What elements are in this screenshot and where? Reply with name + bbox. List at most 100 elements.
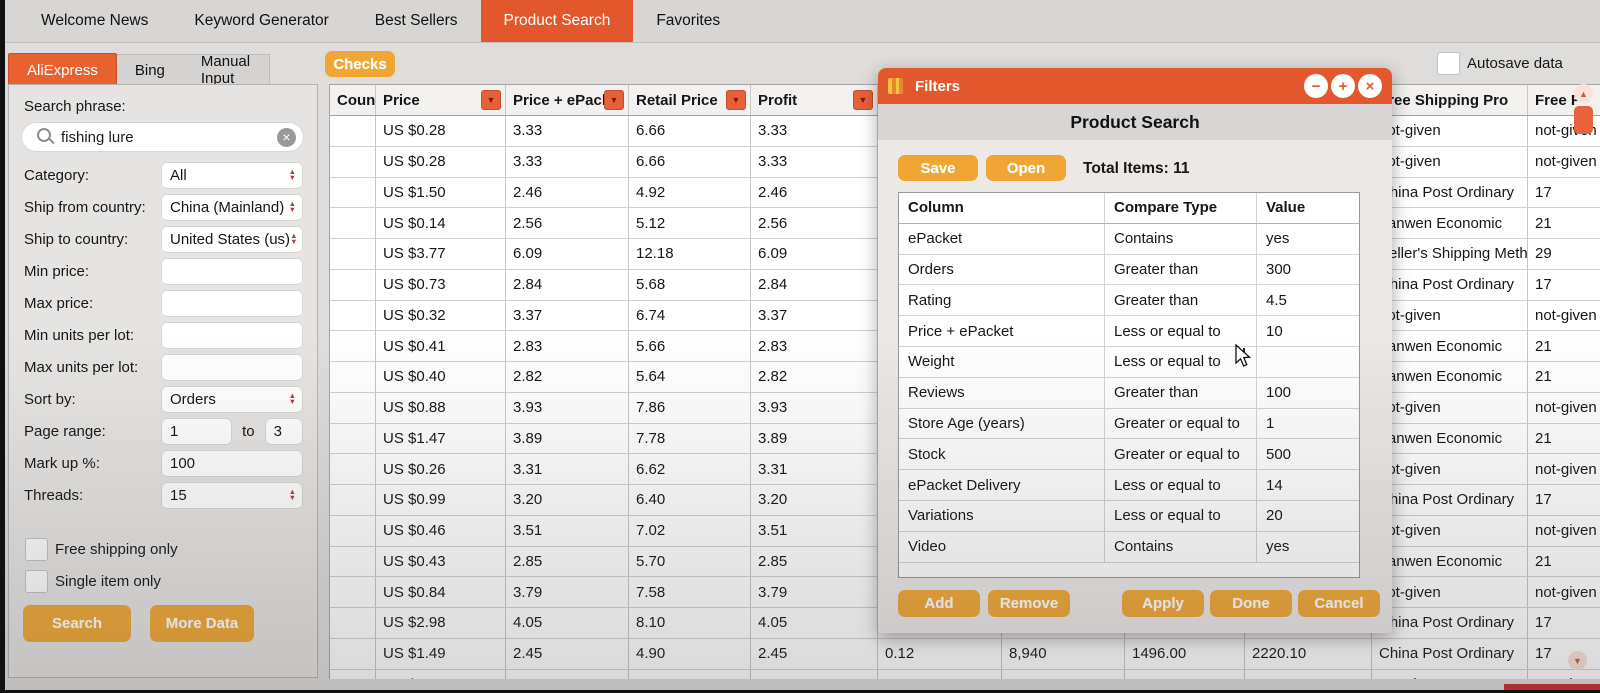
autosave-checkbox[interactable] xyxy=(1437,52,1460,75)
filter-row[interactable]: Price + ePacket Less or equal to 10 xyxy=(899,316,1359,347)
remove-button[interactable]: Remove xyxy=(988,590,1070,617)
sidebar-field-row: Max units per lot: ▲▼ xyxy=(24,353,303,381)
main-tab[interactable]: Keyword Generator xyxy=(171,0,351,42)
more-data-button[interactable]: More Data xyxy=(150,605,254,642)
filter-row[interactable]: ePacket Contains yes xyxy=(899,223,1359,255)
filter-dropdown-icon[interactable]: ▼ xyxy=(853,90,873,110)
apply-button[interactable]: Apply xyxy=(1122,590,1204,617)
cell-price: US $0.73 xyxy=(376,269,506,300)
filter-value[interactable]: 300 xyxy=(1257,255,1359,285)
field-control[interactable]: 15 ▲ ▼ xyxy=(161,481,303,509)
cell-retail-price: 7.58 xyxy=(629,577,751,607)
filter-row[interactable]: Orders Greater than 300 xyxy=(899,254,1359,286)
source-tab[interactable]: AliExpress xyxy=(8,53,117,85)
filter-value[interactable]: 10 xyxy=(1257,316,1359,346)
filter-value[interactable]: 1 xyxy=(1257,409,1359,439)
table-row[interactable]: US $0.84 3.89 7.78 3.89 0.07 8,616 1436.… xyxy=(330,669,1600,679)
field-control[interactable]: China (Mainland) ▲ ▼ xyxy=(161,193,303,221)
checkbox[interactable] xyxy=(25,538,48,561)
column-header-free-shipping[interactable]: Free Shipping Pro xyxy=(1372,85,1528,115)
field-control[interactable]: ▲▼ xyxy=(161,321,303,349)
cell-price-epacket: 3.93 xyxy=(506,392,629,423)
filter-value[interactable]: 100 xyxy=(1257,378,1359,408)
filter-compare-type[interactable]: Contains xyxy=(1105,531,1257,562)
source-tab[interactable]: Bing xyxy=(117,55,183,85)
close-icon[interactable]: × xyxy=(1358,74,1382,98)
done-button[interactable]: Done xyxy=(1210,590,1292,617)
minimize-icon[interactable]: − xyxy=(1304,74,1328,98)
spinner-icon[interactable]: ▲ ▼ xyxy=(288,488,301,502)
field-control[interactable]: 100 ▲▼ xyxy=(161,449,303,477)
source-tab[interactable]: Manual Input xyxy=(183,53,269,87)
field-control[interactable]: Orders ▲ ▼ xyxy=(161,385,303,413)
cell-price: US $0.28 xyxy=(376,146,506,177)
search-input[interactable]: fishing lure × xyxy=(21,122,304,152)
filter-row[interactable]: Reviews Greater than 100 xyxy=(899,377,1359,409)
spinner-icon[interactable]: ▲ ▼ xyxy=(289,168,301,182)
save-button[interactable]: Save xyxy=(898,155,978,181)
filter-row[interactable]: Store Age (years) Greater or equal to 1 xyxy=(899,408,1359,440)
maximize-icon[interactable]: + xyxy=(1331,74,1355,98)
table-row[interactable]: US $1.49 2.45 4.90 2.45 0.12 8,940 1496.… xyxy=(330,638,1600,670)
column-header-country[interactable]: Country xyxy=(330,85,376,115)
filter-compare-type[interactable]: Contains xyxy=(1105,223,1257,254)
field-control[interactable]: ▲▼ xyxy=(161,257,303,285)
field-control[interactable]: All ▲ ▼ xyxy=(161,161,303,189)
scroll-down-icon[interactable]: ▼ xyxy=(1568,651,1587,670)
filter-row[interactable]: Rating Greater than 4.5 xyxy=(899,285,1359,317)
filter-compare-type[interactable]: Less or equal to xyxy=(1105,316,1257,346)
field-control[interactable]: United States (us) ▲ ▼ xyxy=(161,225,303,253)
vertical-scrollbar-thumb[interactable] xyxy=(1574,106,1593,134)
filter-compare-type[interactable]: Greater or equal to xyxy=(1105,408,1257,439)
spinner-icon[interactable]: ▲ ▼ xyxy=(289,392,301,406)
field-control[interactable]: ▲▼ xyxy=(161,353,303,381)
filter-row[interactable]: Stock Greater or equal to 500 xyxy=(899,439,1359,471)
dialog-title: Filters xyxy=(915,77,961,95)
filter-value[interactable]: 4.5 xyxy=(1257,285,1359,315)
scroll-up-icon[interactable]: ▲ xyxy=(1574,84,1593,103)
filter-compare-type[interactable]: Greater than xyxy=(1105,377,1257,408)
open-button[interactable]: Open xyxy=(986,155,1066,181)
main-tab[interactable]: Favorites xyxy=(633,0,743,42)
filter-value[interactable]: yes xyxy=(1257,224,1359,254)
filter-row[interactable]: Weight Less or equal to xyxy=(899,346,1359,378)
main-tab[interactable]: Product Search xyxy=(480,0,634,42)
filter-row[interactable]: ePacket Delivery Less or equal to 14 xyxy=(899,470,1359,501)
chevron-down-icon: ▼ xyxy=(288,493,296,502)
filter-value[interactable]: 14 xyxy=(1257,470,1359,500)
column-header-retail-price[interactable]: Retail Price ▼ xyxy=(629,85,751,115)
field-label: Ship from country: xyxy=(24,198,146,216)
field-control[interactable]: 1 ▲▼ xyxy=(161,417,233,445)
filter-compare-type[interactable]: Less or equal to xyxy=(1105,500,1257,531)
cell-value-8: 1206.24 xyxy=(1245,669,1372,679)
filter-row[interactable]: Video Contains yes xyxy=(899,531,1359,563)
filter-dropdown-icon[interactable]: ▼ xyxy=(481,90,501,110)
column-header-profit[interactable]: Profit ▼ xyxy=(751,85,878,115)
field-control-secondary[interactable]: 3 xyxy=(264,417,303,445)
filter-row[interactable]: Variations Less or equal to 20 xyxy=(899,500,1359,532)
filter-compare-type[interactable]: Greater or equal to xyxy=(1105,439,1257,470)
filter-dropdown-icon[interactable]: ▼ xyxy=(604,90,624,110)
main-tab[interactable]: Best Sellers xyxy=(352,0,481,42)
filter-value[interactable]: 500 xyxy=(1257,439,1359,469)
main-tab[interactable]: Welcome News xyxy=(18,0,171,42)
clear-icon[interactable]: × xyxy=(277,127,296,147)
column-header-price[interactable]: Price ▼ xyxy=(376,85,506,115)
filter-value[interactable]: yes xyxy=(1257,532,1359,562)
add-button[interactable]: Add xyxy=(898,590,980,617)
dialog-title-bar[interactable]: Filters − + × xyxy=(878,68,1392,104)
field-control[interactable]: ▲▼ xyxy=(161,289,303,317)
checkbox[interactable] xyxy=(25,570,48,593)
cancel-button[interactable]: Cancel xyxy=(1298,590,1380,617)
filter-value[interactable]: 20 xyxy=(1257,501,1359,531)
spinner-icon[interactable]: ▲ ▼ xyxy=(289,200,301,214)
filter-dropdown-icon[interactable]: ▼ xyxy=(726,90,746,110)
filter-compare-type[interactable]: Greater than xyxy=(1105,254,1257,285)
spinner-icon[interactable]: ▲ ▼ xyxy=(290,232,302,246)
column-header-price-epacket[interactable]: Price + ePacket ▼ xyxy=(506,85,629,115)
filter-compare-type[interactable]: Less or equal to xyxy=(1105,470,1257,500)
search-button[interactable]: Search xyxy=(23,605,131,642)
filter-value[interactable] xyxy=(1257,347,1359,377)
filter-compare-type[interactable]: Greater than xyxy=(1105,285,1257,316)
checks-button[interactable]: Checks xyxy=(325,51,395,77)
